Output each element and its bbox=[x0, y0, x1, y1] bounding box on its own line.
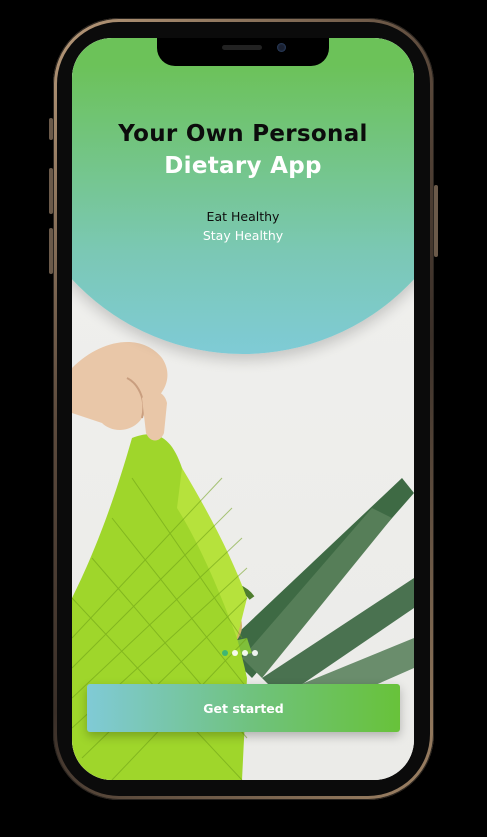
get-started-button[interactable]: Get started bbox=[87, 684, 400, 732]
subtitle-line-2: Stay Healthy bbox=[202, 228, 284, 243]
page-title-line-2: Dietary App bbox=[164, 153, 322, 179]
pager-dots bbox=[222, 650, 258, 656]
speaker-grille bbox=[222, 45, 262, 50]
pager-dot[interactable] bbox=[242, 650, 248, 656]
volume-up-button bbox=[49, 168, 53, 214]
hero-header-circle bbox=[72, 38, 414, 354]
volume-down-button bbox=[49, 228, 53, 274]
pager-dot[interactable] bbox=[232, 650, 238, 656]
phone-notch bbox=[157, 38, 329, 66]
page-title-line-1: Your Own Personal bbox=[118, 121, 368, 147]
pager-dot[interactable] bbox=[252, 650, 258, 656]
front-camera-icon bbox=[277, 43, 286, 52]
pager-dot[interactable] bbox=[222, 650, 228, 656]
power-button bbox=[434, 185, 438, 257]
mute-switch bbox=[49, 118, 53, 140]
subtitle-line-1: Eat Healthy bbox=[206, 209, 280, 224]
app-screen bbox=[72, 38, 414, 780]
